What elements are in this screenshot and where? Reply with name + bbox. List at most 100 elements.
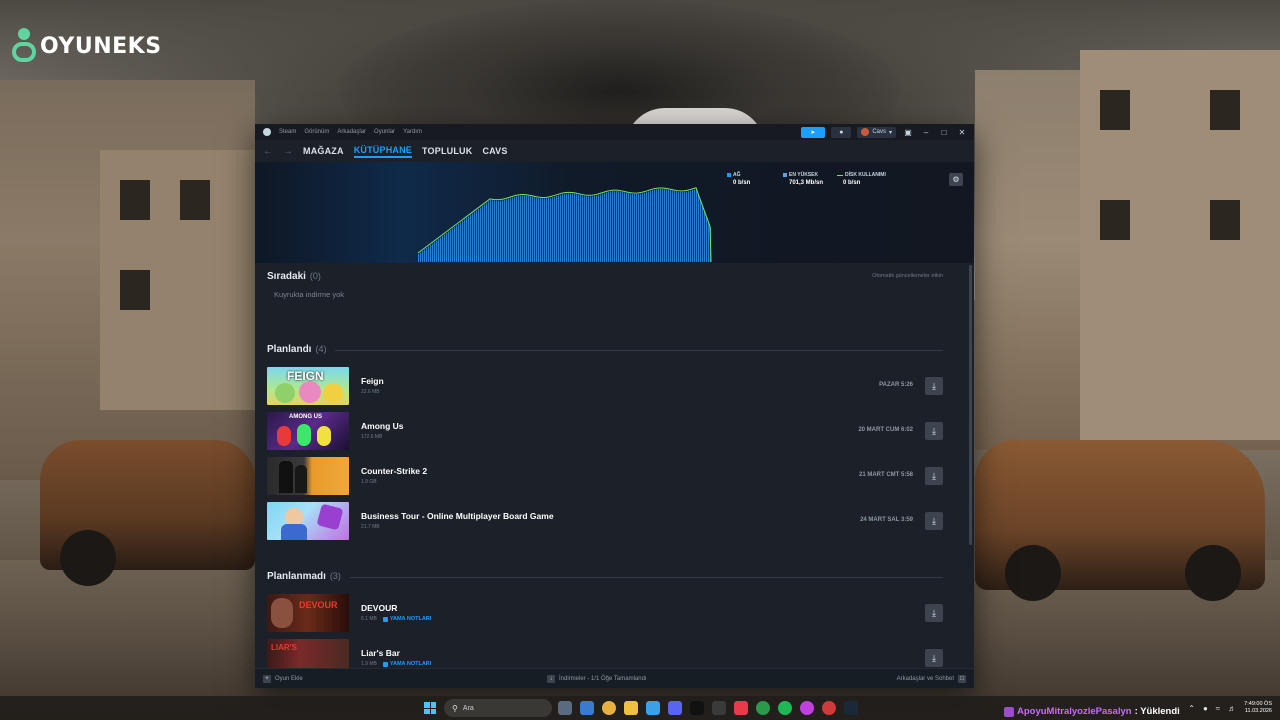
graph-bar — [496, 200, 498, 262]
download-button[interactable]: ⤓ — [925, 377, 943, 395]
add-game-button[interactable]: + Oyun Ekle — [263, 674, 303, 683]
graph-bar — [664, 189, 666, 262]
file-explorer-icon[interactable] — [624, 701, 638, 715]
download-row-liars-bar[interactable]: LIAR'S Liar's Bar 1.9 MB YAMA NOTLARI ⤓ — [267, 639, 943, 668]
graph-bar — [454, 226, 456, 262]
graph-bar — [420, 252, 422, 262]
announcements-button[interactable]: ▸ — [801, 126, 826, 138]
browser-icon[interactable] — [800, 701, 814, 715]
graph-bar — [556, 195, 558, 262]
game-app-icon[interactable] — [712, 701, 726, 715]
graph-bar — [666, 189, 668, 262]
thumbnail-title: AMONG US — [289, 414, 322, 420]
notifications-button[interactable]: ● — [831, 126, 852, 138]
download-row-among-us[interactable]: AMONG US Among Us 172.6 MB 20 MART CUM 6… — [267, 412, 943, 452]
download-button[interactable]: ⤓ — [925, 422, 943, 440]
menu-games[interactable]: Oyunlar — [374, 129, 395, 135]
downloads-status-button[interactable]: ↓ İndirmeler - 1/1 Öğe Tamamlandı — [547, 674, 647, 683]
graph-bar — [604, 193, 606, 262]
menu-friends[interactable]: Arkadaşlar — [337, 129, 366, 135]
game-name[interactable]: Counter-Strike 2 — [361, 466, 427, 476]
game-name[interactable]: Feign — [361, 376, 384, 386]
user-menu[interactable]: Cavs ▾ — [857, 126, 896, 138]
close-button[interactable]: ✕ — [956, 128, 968, 137]
graph-bar — [530, 196, 532, 262]
graph-bar — [486, 202, 488, 262]
graph-bar — [592, 196, 594, 262]
discord-icon[interactable] — [668, 701, 682, 715]
graph-bar — [700, 199, 702, 262]
stat-disk: DİSK KULLANIMI 0 b/sn — [837, 172, 886, 186]
scrollbar[interactable] — [969, 265, 972, 545]
game-thumbnail: LIAR'S — [267, 639, 349, 668]
title-bar: Steam Görünüm Arkadaşlar Oyunlar Yardım … — [255, 124, 974, 140]
plus-icon: + — [263, 674, 271, 683]
graph-bar — [696, 188, 698, 262]
recording-app-icon[interactable] — [822, 701, 836, 715]
download-row-counter-strike-2[interactable]: Counter-Strike 2 1.9 GB 21 MART CMT 5:58… — [267, 457, 943, 497]
microphone-icon[interactable]: ● — [1203, 704, 1208, 713]
steam-taskbar-icon[interactable] — [844, 701, 858, 715]
spotify-icon[interactable] — [778, 701, 792, 715]
graph-bar — [654, 189, 656, 262]
adobe-icon[interactable] — [734, 701, 748, 715]
chevron-up-icon[interactable]: ⌃ — [1188, 704, 1195, 713]
menu-help[interactable]: Yardım — [403, 129, 422, 135]
tiktok-icon[interactable] — [690, 701, 704, 715]
copilot-icon[interactable] — [580, 701, 594, 715]
big-picture-icon[interactable]: ▣ — [902, 128, 914, 137]
graph-bar — [656, 189, 658, 262]
graph-bar — [588, 196, 590, 262]
speaker-icon[interactable]: ♬ — [1228, 704, 1236, 713]
graph-bar — [606, 192, 608, 262]
friends-chat-button[interactable]: Arkadaşlar ve Sohbet □ — [897, 674, 966, 683]
maximize-button[interactable]: □ — [938, 128, 950, 137]
search-icon: ⚲ — [452, 703, 458, 713]
download-button[interactable]: ⤓ — [925, 649, 943, 667]
nav-store[interactable]: MAĞAZA — [303, 146, 344, 156]
graph-bar — [702, 205, 704, 262]
graph-bar — [552, 197, 554, 262]
graph-bar — [564, 193, 566, 262]
graph-bar — [514, 196, 516, 262]
forward-arrow-icon[interactable]: → — [283, 146, 293, 157]
edge-icon[interactable] — [646, 701, 660, 715]
settings-gear-button[interactable]: ⚙ — [949, 173, 963, 186]
game-name[interactable]: Liar's Bar — [361, 648, 400, 658]
graph-bar — [516, 196, 518, 262]
menu-steam[interactable]: Steam — [279, 129, 296, 135]
game-meta: 22.6 MB — [361, 389, 380, 395]
clock[interactable]: 7:49:00 ÖS 11.03.2026 — [1244, 701, 1272, 715]
patch-notes-link[interactable]: YAMA NOTLARI — [382, 661, 431, 667]
graph-bar — [574, 193, 576, 262]
game-name[interactable]: Business Tour - Online Multiplayer Board… — [361, 511, 554, 521]
download-button[interactable]: ⤓ — [925, 604, 943, 622]
windows-start-icon[interactable] — [424, 702, 436, 714]
minimize-button[interactable]: – — [920, 128, 932, 137]
download-button[interactable]: ⤓ — [925, 512, 943, 530]
game-name[interactable]: DEVOUR — [361, 603, 397, 613]
clock-time: 7:49:00 ÖS — [1244, 701, 1272, 707]
scheduled-time: PAZAR 5:26 — [879, 382, 913, 388]
taskbar-search[interactable]: ⚲ Ara — [444, 699, 552, 717]
graph-bar — [474, 211, 476, 262]
back-arrow-icon[interactable]: ← — [263, 146, 273, 157]
graph-bar — [448, 231, 450, 262]
nav-library[interactable]: KÜTÜPHANE — [353, 145, 413, 158]
patch-notes-link[interactable]: YAMA NOTLARI — [382, 616, 431, 622]
nav-profile[interactable]: CAVS — [482, 146, 507, 156]
game-name[interactable]: Among Us — [361, 421, 404, 431]
nav-community[interactable]: TOPLULUK — [422, 146, 472, 156]
download-row-feign[interactable]: FEIGN Feign 22.6 MB PAZAR 5:26 ⤓ — [267, 367, 943, 407]
wifi-icon[interactable]: ≈ — [1216, 704, 1220, 713]
task-view-icon[interactable] — [558, 701, 572, 715]
whatsapp-icon[interactable] — [756, 701, 770, 715]
download-button[interactable]: ⤓ — [925, 467, 943, 485]
download-row-business-tour[interactable]: Business Tour - Online Multiplayer Board… — [267, 502, 943, 542]
chrome-icon[interactable] — [602, 701, 616, 715]
graph-bar — [580, 195, 582, 262]
download-row-devour[interactable]: DEVOUR DEVOUR 6.1 MB YAMA NOTLARI ⤓ — [267, 594, 943, 634]
steam-footer: + Oyun Ekle ↓ İndirmeler - 1/1 Öğe Tamam… — [255, 668, 974, 688]
menu-view[interactable]: Görünüm — [304, 129, 329, 135]
queue-header: Sıradaki (0) — [267, 271, 321, 282]
